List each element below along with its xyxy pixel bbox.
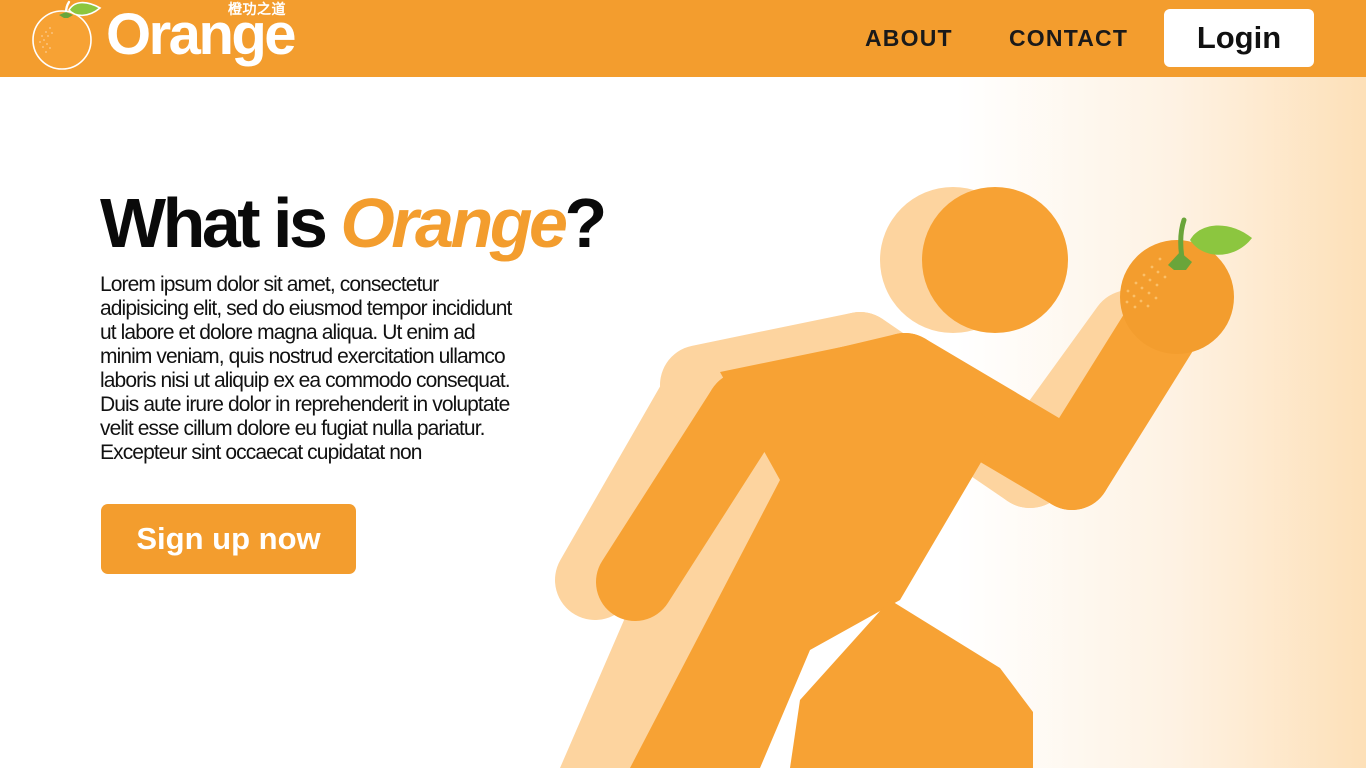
navbar: Orange 橙功之道 ABOUT CONTACT Login (0, 0, 1366, 77)
hero-title-prefix: What is (100, 184, 341, 262)
login-button[interactable]: Login (1164, 9, 1314, 67)
logo-subtitle: 橙功之道 (228, 2, 286, 18)
hero-title-brand: Orange (340, 184, 568, 262)
held-orange-icon (1120, 217, 1252, 354)
runner-figure (596, 187, 1199, 768)
hero-title-suffix: ? (564, 184, 607, 262)
orange-logo-icon[interactable] (26, 0, 102, 76)
runner-shadow (555, 187, 1170, 768)
landing-page: Orange 橙功之道 ABOUT CONTACT Login What is … (0, 0, 1366, 768)
nav-link-contact[interactable]: CONTACT (1009, 27, 1128, 50)
nav-link-about[interactable]: ABOUT (865, 27, 953, 50)
hero-description: Lorem ipsum dolor sit amet, consectetur … (100, 273, 512, 464)
signup-button[interactable]: Sign up now (101, 504, 356, 574)
hero-title: What is Orange? (100, 188, 607, 258)
